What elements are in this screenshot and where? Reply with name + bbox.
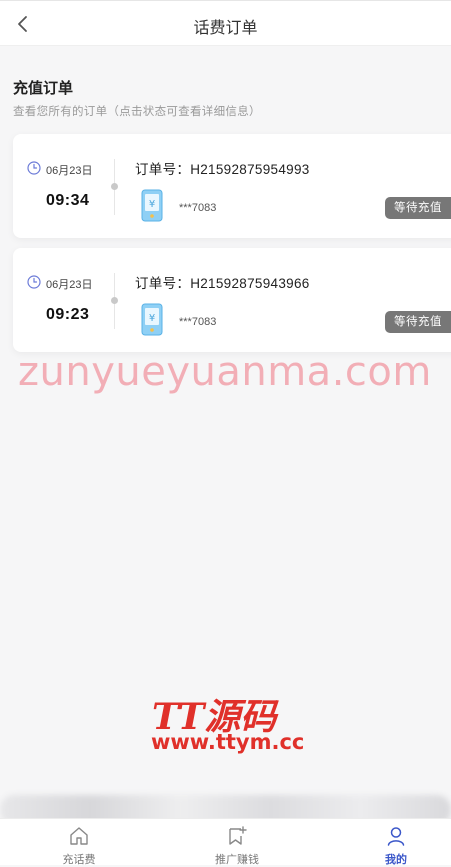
order-number: 订单号：H21592875954993 — [135, 162, 310, 177]
user-icon — [387, 827, 405, 846]
order-number: 订单号：H21592875943966 — [135, 276, 310, 291]
status-badge[interactable]: 等待充值 — [385, 197, 451, 219]
timeline-dot — [111, 183, 118, 190]
tab-promote[interactable]: 推广赚钱 — [182, 819, 292, 866]
home-icon — [70, 827, 88, 845]
top-bar: 话费订单 — [0, 0, 451, 46]
phone-recharge-icon: ¥ — [141, 303, 163, 336]
tab-label: 充话费 — [62, 854, 96, 866]
order-date: 06月23日 — [46, 165, 93, 177]
order-card[interactable]: 06月23日 09:34 订单号：H21592875954993 ¥ ***70… — [13, 134, 451, 238]
timeline-dot — [111, 297, 118, 304]
section-title: 充值订单 — [13, 80, 74, 97]
bottom-tab-bar: 充话费 推广赚钱 我的 — [0, 818, 451, 866]
svg-text:¥: ¥ — [149, 313, 155, 324]
watermark-url: www.ttym.cc — [151, 730, 305, 754]
tab-label: 推广赚钱 — [215, 854, 259, 866]
phone-number: ***7083 — [179, 316, 217, 328]
svg-text:¥: ¥ — [149, 199, 155, 210]
tab-mine[interactable]: 我的 — [341, 819, 451, 866]
order-time: 09:34 — [46, 192, 90, 209]
tab-recharge[interactable]: 充话费 — [24, 819, 134, 866]
section-subtitle: 查看您所有的订单（点击状态可查看详细信息） — [13, 106, 261, 118]
order-card[interactable]: 06月23日 09:23 订单号：H21592875943966 ¥ ***70… — [13, 248, 451, 352]
page-title: 话费订单 — [193, 20, 258, 37]
phone-number: ***7083 — [179, 202, 217, 214]
clock-icon — [27, 275, 41, 289]
tab-label: 我的 — [385, 854, 407, 866]
status-badge[interactable]: 等待充值 — [385, 311, 451, 333]
phone-recharge-icon: ¥ — [141, 189, 163, 222]
order-date: 06月23日 — [46, 279, 93, 291]
promote-icon — [229, 826, 247, 845]
watermark-text: zunyueyuanma.com — [18, 349, 432, 395]
order-time: 09:23 — [46, 306, 90, 323]
clock-icon — [27, 161, 41, 175]
